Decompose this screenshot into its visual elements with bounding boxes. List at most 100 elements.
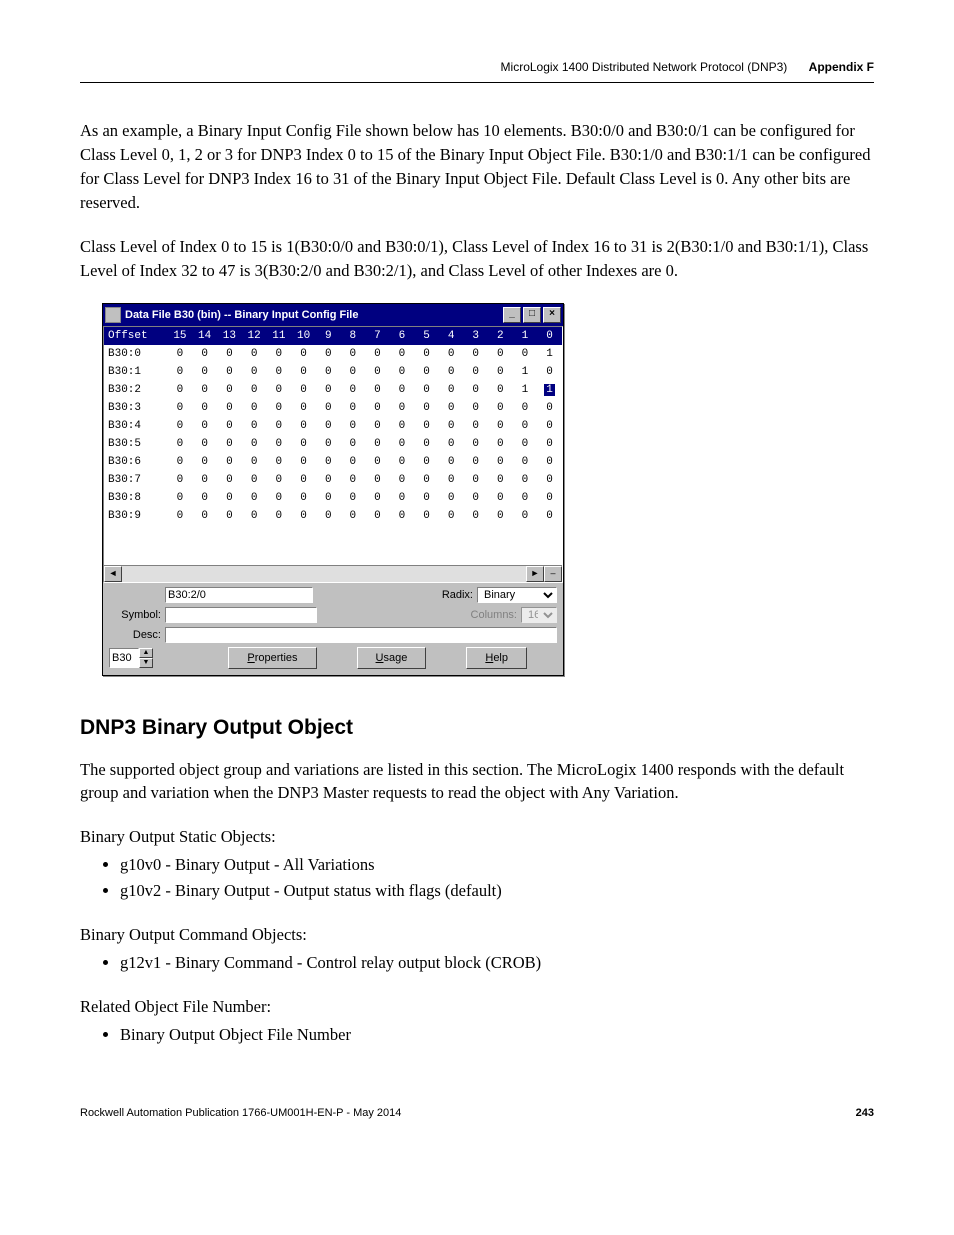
bit-cell[interactable]: 0 [192, 507, 217, 525]
bit-cell[interactable]: 0 [414, 417, 439, 435]
bit-cell[interactable]: 0 [488, 417, 513, 435]
bit-cell[interactable]: 0 [341, 363, 366, 381]
bit-cell[interactable]: 0 [291, 363, 316, 381]
bit-cell[interactable]: 0 [463, 471, 488, 489]
bit-cell[interactable]: 0 [439, 399, 464, 417]
bit-cell[interactable]: 0 [192, 381, 217, 399]
bit-cell[interactable]: 0 [341, 471, 366, 489]
bit-cell[interactable]: 0 [266, 345, 291, 363]
bit-cell[interactable]: 0 [266, 435, 291, 453]
bit-cell[interactable]: 0 [513, 489, 538, 507]
maximize-button[interactable]: □ [523, 307, 541, 323]
bit-cell[interactable]: 0 [365, 453, 390, 471]
bit-cell[interactable]: 0 [390, 417, 415, 435]
bit-cell[interactable]: 0 [439, 363, 464, 381]
bit-cell[interactable]: 0 [414, 507, 439, 525]
bit-cell[interactable]: 0 [513, 507, 538, 525]
bit-cell[interactable]: 0 [168, 381, 193, 399]
bit-cell[interactable]: 0 [439, 507, 464, 525]
bit-cell[interactable]: 0 [316, 399, 341, 417]
bit-cell[interactable]: 0 [463, 363, 488, 381]
bit-cell[interactable]: 0 [291, 399, 316, 417]
bit-cell[interactable]: 0 [168, 363, 193, 381]
bit-cell[interactable]: 0 [365, 471, 390, 489]
bit-cell[interactable]: 0 [513, 417, 538, 435]
table-row[interactable]: B30:80000000000000000 [104, 489, 562, 507]
bit-cell[interactable]: 0 [439, 417, 464, 435]
bit-cell[interactable]: 0 [217, 453, 242, 471]
bit-cell[interactable]: 0 [488, 345, 513, 363]
bit-cell[interactable]: 0 [316, 363, 341, 381]
table-row[interactable]: B30:60000000000000000 [104, 453, 562, 471]
bit-cell[interactable]: 0 [291, 471, 316, 489]
bit-cell[interactable]: 0 [439, 345, 464, 363]
bit-cell[interactable]: 0 [414, 363, 439, 381]
bit-cell[interactable]: 0 [242, 417, 267, 435]
bit-cell[interactable]: 0 [365, 381, 390, 399]
bit-cell[interactable]: 0 [217, 489, 242, 507]
bit-cell[interactable]: 0 [390, 453, 415, 471]
bit-cell[interactable]: 0 [168, 399, 193, 417]
bit-cell[interactable]: 0 [217, 381, 242, 399]
bit-cell[interactable]: 0 [537, 417, 562, 435]
minimize-button[interactable]: _ [503, 307, 521, 323]
bit-cell[interactable]: 0 [488, 489, 513, 507]
bit-cell[interactable]: 0 [291, 507, 316, 525]
scroll-extra-icon[interactable]: – [544, 566, 562, 582]
bit-cell[interactable]: 0 [414, 435, 439, 453]
bit-cell[interactable]: 0 [242, 453, 267, 471]
bit-cell[interactable]: 0 [463, 381, 488, 399]
bit-cell[interactable]: 0 [488, 453, 513, 471]
bit-cell[interactable]: 0 [192, 435, 217, 453]
bit-cell[interactable]: 0 [390, 363, 415, 381]
bit-cell[interactable]: 0 [266, 363, 291, 381]
bit-cell[interactable]: 0 [168, 507, 193, 525]
scroll-right-icon[interactable]: ► [526, 566, 544, 582]
bit-cell[interactable]: 0 [192, 417, 217, 435]
bit-cell[interactable]: 0 [192, 471, 217, 489]
bit-cell[interactable]: 0 [390, 345, 415, 363]
bit-cell[interactable]: 0 [390, 507, 415, 525]
bit-cell[interactable]: 1 [513, 381, 538, 399]
bit-cell[interactable]: 0 [537, 453, 562, 471]
bit-cell[interactable]: 0 [291, 345, 316, 363]
bit-cell[interactable]: 0 [513, 399, 538, 417]
bit-cell[interactable]: 0 [242, 399, 267, 417]
bit-cell[interactable]: 0 [242, 507, 267, 525]
bit-cell[interactable]: 0 [168, 489, 193, 507]
bit-cell[interactable]: 0 [242, 363, 267, 381]
bit-cell[interactable]: 0 [537, 507, 562, 525]
bit-cell[interactable]: 0 [341, 435, 366, 453]
bit-cell[interactable]: 0 [463, 453, 488, 471]
spinner-up-icon[interactable]: ▲ [139, 648, 153, 658]
desc-input[interactable] [165, 627, 557, 643]
bit-cell[interactable]: 0 [365, 489, 390, 507]
bit-cell[interactable]: 0 [266, 471, 291, 489]
bit-cell[interactable]: 0 [390, 435, 415, 453]
bit-cell[interactable]: 0 [365, 363, 390, 381]
spinner-down-icon[interactable]: ▼ [139, 658, 153, 668]
bit-cell[interactable]: 0 [463, 489, 488, 507]
bit-cell[interactable]: 0 [341, 489, 366, 507]
bit-cell[interactable]: 0 [439, 453, 464, 471]
bit-cell[interactable]: 0 [192, 453, 217, 471]
bit-cell[interactable]: 0 [488, 471, 513, 489]
bit-cell[interactable]: 0 [537, 471, 562, 489]
table-row[interactable]: B30:50000000000000000 [104, 435, 562, 453]
bit-cell[interactable]: 0 [488, 507, 513, 525]
bit-cell[interactable]: 1 [537, 381, 562, 399]
bit-cell[interactable]: 0 [365, 345, 390, 363]
bit-cell[interactable]: 0 [439, 381, 464, 399]
close-button[interactable]: × [543, 307, 561, 323]
bit-cell[interactable]: 0 [266, 399, 291, 417]
bit-cell[interactable]: 0 [168, 417, 193, 435]
bit-cell[interactable]: 0 [192, 489, 217, 507]
bit-cell[interactable]: 0 [537, 363, 562, 381]
bit-cell[interactable]: 0 [242, 345, 267, 363]
bit-cell[interactable]: 0 [316, 489, 341, 507]
bit-cell[interactable]: 0 [266, 507, 291, 525]
bit-cell[interactable]: 0 [316, 507, 341, 525]
bit-cell[interactable]: 0 [242, 471, 267, 489]
bit-cell[interactable]: 0 [341, 507, 366, 525]
bit-cell[interactable]: 0 [242, 381, 267, 399]
